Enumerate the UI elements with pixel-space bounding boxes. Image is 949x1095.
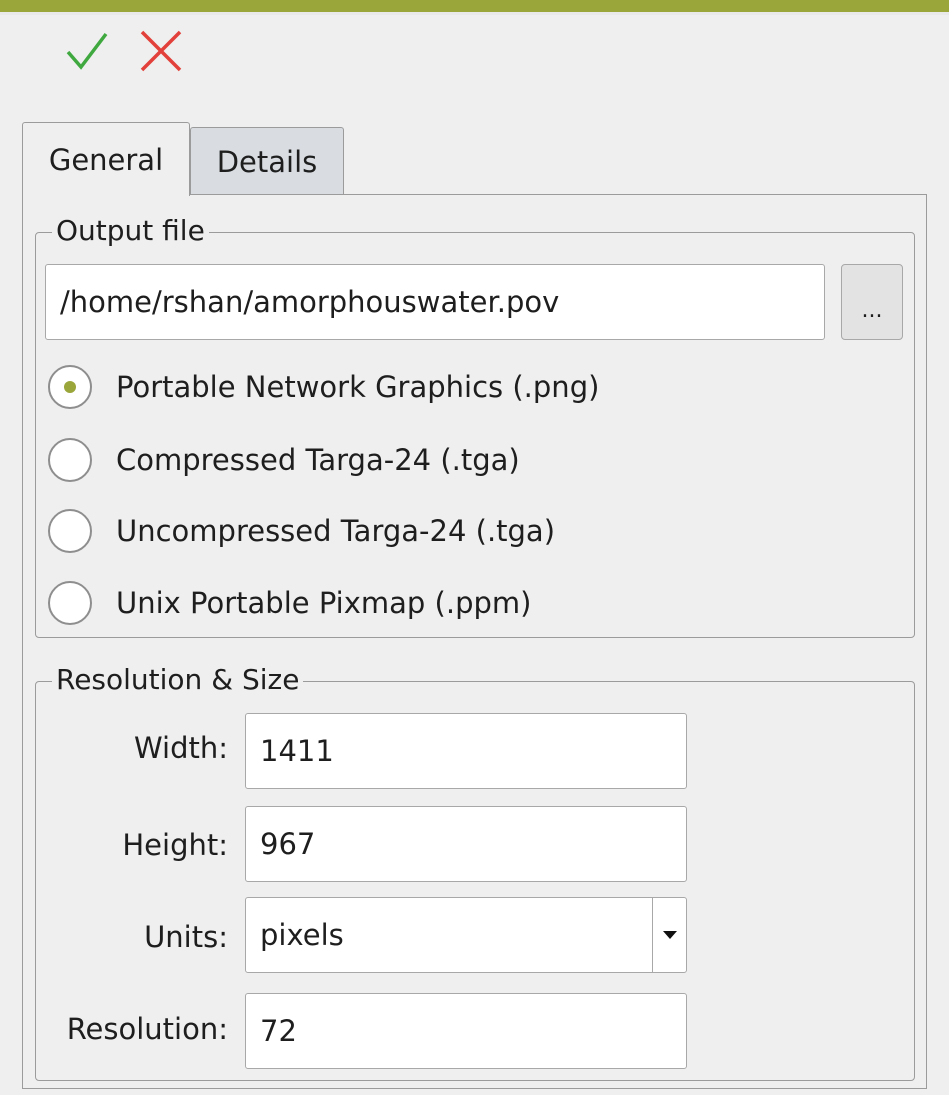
format-radio-tga-compressed[interactable]: Compressed Targa-24 (.tga) xyxy=(48,435,520,485)
resolution-label: Resolution: xyxy=(66,1012,228,1046)
format-radio-ppm[interactable]: Unix Portable Pixmap (.ppm) xyxy=(48,578,531,628)
width-label: Width: xyxy=(133,731,228,765)
format-label-tga-uncompressed: Uncompressed Targa-24 (.tga) xyxy=(116,514,556,548)
format-label-png: Portable Network Graphics (.png) xyxy=(116,370,600,404)
window-top-accent-bar xyxy=(0,0,949,12)
top-bar-shadow xyxy=(0,12,949,15)
height-field[interactable]: 967 xyxy=(245,806,687,882)
format-label-ppm: Unix Portable Pixmap (.ppm) xyxy=(116,586,532,620)
radio-button[interactable] xyxy=(48,581,92,625)
format-radio-png[interactable]: Portable Network Graphics (.png) xyxy=(48,362,599,412)
width-field[interactable]: 1411 xyxy=(245,713,687,789)
checkmark-icon[interactable] xyxy=(62,26,112,76)
radio-button[interactable] xyxy=(48,509,92,553)
height-value: 967 xyxy=(260,827,316,861)
units-dropdown[interactable]: pixels xyxy=(245,897,687,973)
output-file-group-title: Output file xyxy=(52,211,209,251)
browse-button[interactable]: ... xyxy=(841,264,903,340)
radio-button-checked[interactable] xyxy=(48,365,92,409)
radio-button[interactable] xyxy=(48,438,92,482)
active-tab-joint xyxy=(23,193,189,196)
units-value: pixels xyxy=(260,918,344,952)
tab-general-label: General xyxy=(48,142,164,177)
dropdown-arrow-icon[interactable] xyxy=(662,928,678,942)
close-icon[interactable] xyxy=(136,26,186,76)
width-value: 1411 xyxy=(260,734,334,768)
browse-button-label: ... xyxy=(861,298,883,323)
tab-details-label: Details xyxy=(216,144,318,179)
resolution-value: 72 xyxy=(260,1014,297,1048)
height-label: Height: xyxy=(122,828,228,862)
resolution-size-group-title: Resolution & Size xyxy=(52,660,304,700)
resolution-field[interactable]: 72 xyxy=(245,993,687,1069)
output-path-value: /home/rshan/amorphouswater.pov xyxy=(60,285,560,319)
units-label: Units: xyxy=(144,920,228,954)
dropdown-separator xyxy=(652,898,653,972)
tab-general[interactable]: General xyxy=(22,122,190,196)
format-label-tga-compressed: Compressed Targa-24 (.tga) xyxy=(116,443,520,477)
tab-details[interactable]: Details xyxy=(190,127,344,195)
format-radio-tga-uncompressed[interactable]: Uncompressed Targa-24 (.tga) xyxy=(48,506,555,556)
output-path-field[interactable]: /home/rshan/amorphouswater.pov xyxy=(45,264,825,340)
